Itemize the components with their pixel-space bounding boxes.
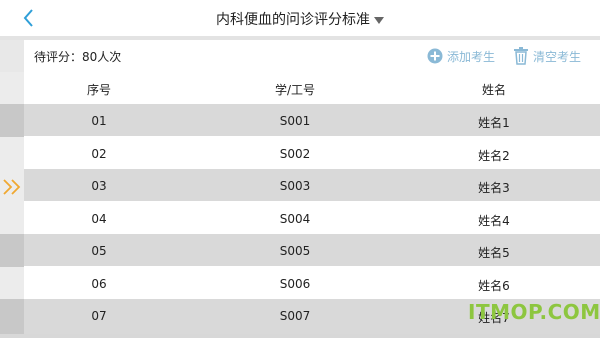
- plus-circle-icon: [427, 48, 443, 64]
- table-row[interactable]: 06 S006 姓名6: [24, 267, 600, 299]
- row-number: 05: [91, 244, 107, 258]
- clear-examinee-label: 清空考生: [533, 49, 582, 64]
- row-number: 01: [91, 114, 107, 128]
- table-row[interactable]: 05 S005 姓名5: [24, 234, 600, 266]
- row-id: S006: [279, 277, 311, 291]
- table-row[interactable]: 02 S002 姓名2: [24, 137, 600, 169]
- row-number: 06: [91, 277, 107, 291]
- row-number: 07: [91, 309, 107, 323]
- column-header-id: 学/工号: [274, 83, 316, 97]
- row-name: 姓名4: [478, 214, 510, 228]
- toolbar: 待评分：80人次 添加考生 清空考生: [24, 40, 600, 72]
- row-name: 姓名2: [478, 149, 510, 163]
- table-row[interactable]: 01 S001 姓名1: [24, 104, 600, 136]
- row-name: 姓名6: [478, 279, 510, 293]
- row-name: 姓名3: [478, 181, 510, 195]
- header-bar: 内科便血的问诊评分标准: [0, 0, 600, 36]
- column-header-name: 姓名: [481, 83, 506, 97]
- page-title[interactable]: 内科便血的问诊评分标准: [0, 9, 600, 29]
- row-id: S004: [279, 212, 311, 226]
- row-id: S007: [279, 309, 311, 323]
- add-examinee-label: 添加考生: [447, 49, 496, 64]
- watermark: ITMOP.COM: [468, 300, 600, 324]
- row-id: S003: [279, 179, 311, 193]
- row-name: 姓名1: [478, 116, 510, 130]
- clear-examinee-button[interactable]: 清空考生: [513, 46, 581, 66]
- table-row-selected[interactable]: 03 S003 姓名3: [24, 169, 600, 201]
- add-examinee-button[interactable]: 添加考生: [427, 46, 495, 66]
- table-header: 序号 学/工号 姓名: [24, 72, 600, 104]
- row-number: 02: [91, 147, 107, 161]
- row-id: S005: [279, 244, 311, 258]
- bottom-divider: [0, 334, 600, 338]
- row-number: 03: [91, 179, 107, 193]
- trash-icon: [514, 47, 528, 65]
- row-id: S002: [279, 147, 311, 161]
- title-text: 内科便血的问诊评分标准: [216, 12, 370, 28]
- dropdown-caret-icon: [374, 16, 384, 24]
- row-id: S001: [279, 114, 311, 128]
- pending-count: 待评分：80人次: [34, 50, 122, 64]
- row-name: 姓名5: [478, 246, 510, 260]
- row-number: 04: [91, 212, 107, 226]
- table-row[interactable]: 04 S004 姓名4: [24, 202, 600, 234]
- column-header-number: 序号: [86, 83, 111, 97]
- selected-row-marker-icon: [2, 178, 24, 196]
